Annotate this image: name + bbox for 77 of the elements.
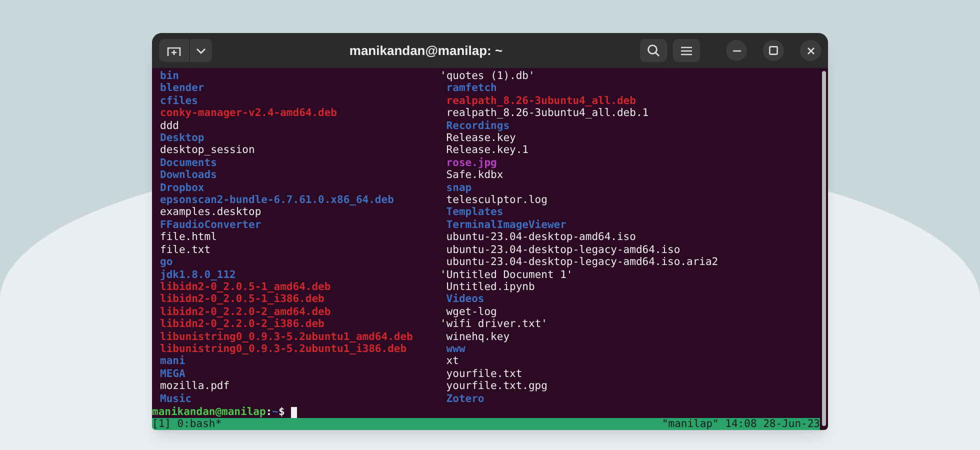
text-cursor: [290, 406, 297, 418]
file-name: file.txt: [160, 244, 212, 256]
file-name: Recordings: [445, 120, 511, 132]
file-name: mozilla.pdf: [160, 380, 231, 393]
file-name: Untitled.ipynb: [445, 280, 536, 294]
file-name: Templates: [445, 206, 504, 219]
file-name: Documents: [160, 156, 218, 170]
file-name: MEGA: [160, 368, 186, 380]
status-session: [1] 0:bash*: [152, 418, 222, 430]
file-name: blender: [160, 82, 206, 95]
file-name: www: [445, 342, 466, 356]
close-button[interactable]: [800, 40, 821, 61]
new-tab-button[interactable]: [159, 39, 189, 62]
file-name: Safe.kdbx: [445, 169, 504, 182]
search-icon: [647, 44, 660, 57]
file-name: xt: [445, 355, 460, 368]
dropdown-button[interactable]: [190, 39, 212, 62]
file-name: 'Untitled Document 1': [440, 268, 574, 281]
file-name: Release.key: [445, 132, 517, 144]
file-name: Music: [160, 392, 193, 405]
file-name: yourfile.txt.gpg: [445, 380, 548, 393]
file-name: realpath_8.26-3ubuntu4_all.deb: [445, 94, 637, 108]
maximize-icon: [769, 46, 778, 55]
file-name: rose.jpg: [445, 156, 498, 170]
menu-button[interactable]: [673, 39, 700, 62]
file-name: examples.desktop: [160, 206, 262, 219]
file-name: ubuntu-23.04-desktop-amd64.iso: [445, 231, 637, 244]
file-name: wget-log: [445, 306, 498, 318]
file-name: Videos: [445, 293, 486, 306]
file-name: go: [160, 256, 174, 268]
file-name: realpath_8.26-3ubuntu4_all.deb.1: [445, 107, 650, 120]
prompt-path: ~: [272, 406, 278, 418]
chevron-down-icon: [196, 48, 206, 54]
file-name: Dropbox: [160, 182, 206, 194]
file-name: 'wifi driver.txt': [440, 318, 548, 331]
search-button[interactable]: [640, 39, 667, 62]
prompt-symbol: $: [278, 406, 285, 418]
file-name: bin: [160, 70, 180, 82]
file-name: ramfetch: [445, 82, 498, 95]
file-name: snap: [445, 182, 473, 194]
prompt-separator: :: [266, 406, 272, 418]
minimize-button[interactable]: [726, 40, 747, 61]
file-name: conky-manager-v2.4-amd64.deb: [160, 107, 338, 120]
status-host-time: "manilap" 14:08 28-Jun-23: [662, 418, 820, 430]
file-name: jdk1.8.0_112: [160, 268, 236, 280]
file-name: libidn2-0_2.0.5-1_amd64.deb: [160, 280, 332, 294]
file-name: winehq.key: [445, 330, 511, 343]
menu-icon: [681, 46, 692, 56]
prompt-user-host: manikandan@manilap: [152, 406, 266, 418]
file-name: TerminalImageViewer: [445, 218, 568, 232]
file-name: ubuntu-23.04-desktop-legacy-amd64.iso.aria2: [445, 256, 718, 268]
maximize-button[interactable]: [763, 40, 784, 61]
file-name: Zotero: [445, 392, 486, 405]
file-name: epsonscan2-bundle-6.7.61.0.x86_64.deb: [160, 194, 395, 206]
file-name: libunistring0_0.9.3-5.2ubuntu1_amd64.deb: [160, 330, 414, 343]
file-name: 'quotes (1).db': [440, 70, 536, 82]
minimize-icon: [732, 50, 740, 52]
file-name: ddd: [160, 120, 180, 132]
file-name: yourfile.txt: [445, 368, 524, 380]
file-name: Desktop: [160, 132, 206, 144]
file-name: FFaudioConverter: [160, 218, 262, 232]
file-name: libunistring0_0.9.3-5.2ubuntu1_i386.deb: [160, 342, 407, 356]
file-name: libidn2-0_2.2.0-2_amd64.deb: [160, 306, 332, 318]
window-title: manikandan@manilap: ~: [348, 42, 504, 60]
new-tab-icon: [167, 44, 181, 56]
file-name: cfiles: [160, 94, 199, 108]
file-name: libidn2-0_2.2.0-2_i386.deb: [160, 318, 326, 331]
file-name: libidn2-0_2.0.5-1_i386.deb: [160, 293, 326, 306]
file-name: Downloads: [160, 169, 218, 182]
file-name: ubuntu-23.04-desktop-legacy-amd64.iso: [445, 244, 682, 256]
close-icon: [806, 46, 814, 54]
file-name: desktop_session: [160, 144, 256, 157]
scrollbar-thumb[interactable]: [822, 71, 826, 426]
file-name: file.html: [160, 231, 218, 244]
file-name: Release.key.1: [445, 144, 530, 157]
file-name: mani: [160, 355, 186, 368]
file-name: telesculptor.log: [445, 194, 548, 206]
